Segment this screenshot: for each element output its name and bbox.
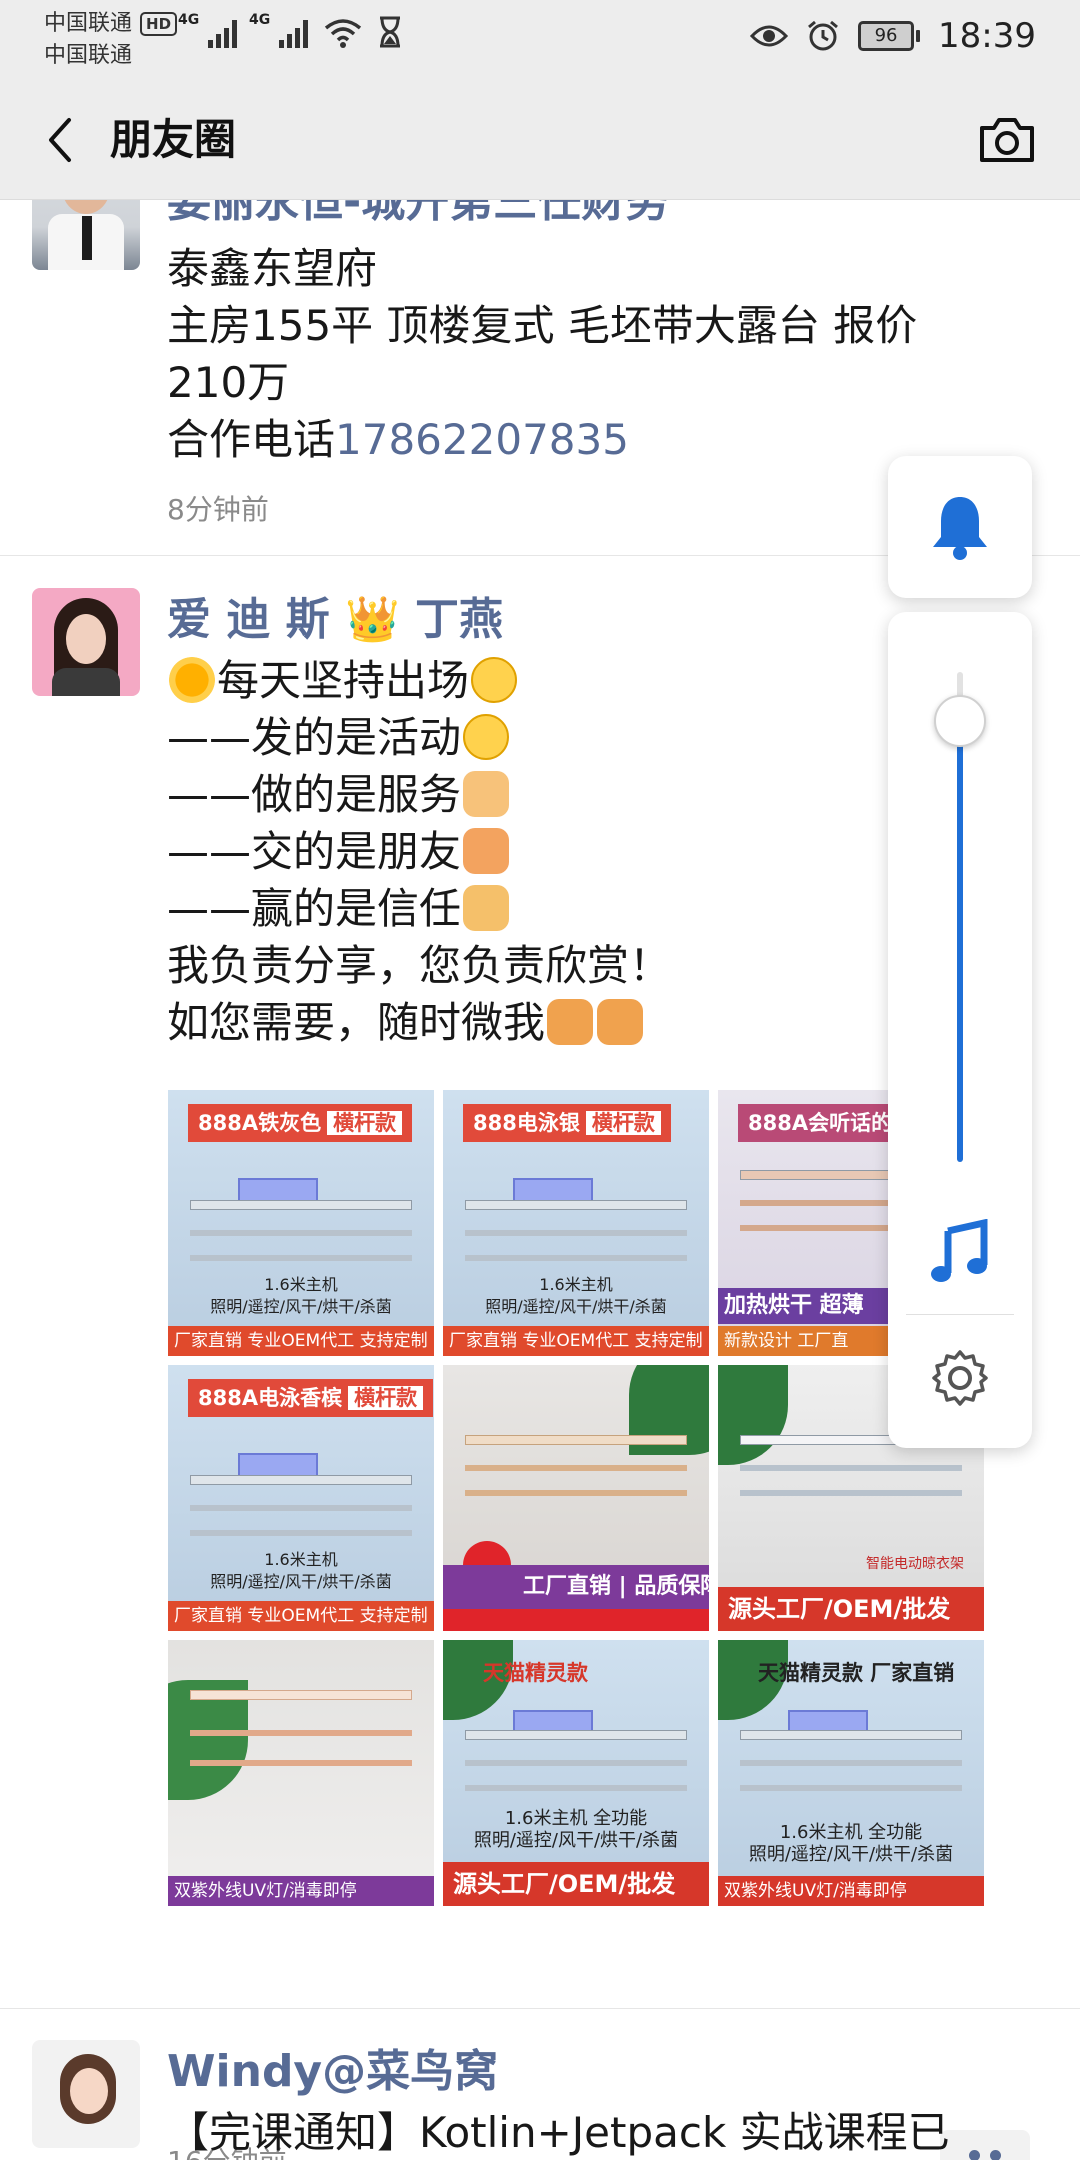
post-author[interactable]: 爱 迪 斯 👑 丁燕: [167, 588, 503, 652]
smile-emoji-icon: [471, 657, 518, 703]
top-nav-bar: 朋友圈: [0, 80, 1080, 200]
volume-slider-thumb[interactable]: [934, 695, 986, 747]
photo-subtitle: 1.6米主机 全功能 照明/遥控/风干/烘干/杀菌: [748, 1822, 954, 1865]
battery-level: 96: [858, 21, 915, 51]
photo-caption: 888A会听话的: [738, 1104, 903, 1142]
music-note-icon: [931, 1219, 988, 1282]
volume-panel-divider: [906, 1314, 1014, 1315]
post-line: ——赢的是信任: [167, 880, 1007, 937]
page-title: 朋友圈: [110, 115, 237, 164]
signal-2-icon: 4G: [249, 12, 308, 48]
handshake-emoji-icon: [463, 828, 510, 874]
gear-icon: [932, 1350, 988, 1406]
post-line: 我负责分享，您负责欣赏！: [167, 941, 672, 990]
avatar[interactable]: [32, 200, 140, 270]
post-3: Windy@菜鸟窝 【完课通知】Kotlin+Jetpack 实战课程已: [0, 2040, 1080, 2160]
wifi-icon: [324, 19, 362, 48]
signal-indicators: 4G 4G: [178, 12, 402, 48]
photo-subtitle: 1.6米主机 全功能 照明/遥控/风干/烘干/杀菌: [473, 1808, 679, 1851]
post-line: ——交的是朋友: [167, 823, 1007, 880]
status-bar: 中国联通 HD 中国联通 4G 4G 96 18:39: [0, 0, 1080, 80]
chevron-left-icon: [49, 118, 71, 162]
camera-button[interactable]: [974, 110, 1040, 170]
avatar[interactable]: [32, 588, 140, 696]
photo-tile[interactable]: 888A铁灰色 横杆款 1.6米主机 照明/遥控/风干/烘干/杀菌 厂家直销 专业…: [168, 1090, 434, 1356]
post-line: 210万: [167, 358, 290, 407]
thumbs-up-emoji-icon: [463, 885, 510, 931]
photo-caption: 888A铁灰色 横杆款: [188, 1104, 413, 1142]
post-line: 合作电话17862207835: [167, 411, 1007, 468]
hourglass-icon: [380, 16, 400, 48]
phone-prefix: 合作电话: [167, 415, 336, 464]
ringer-toggle-button[interactable]: [888, 456, 1032, 598]
photo-footer: 源头工厂/OEM/批发: [718, 1587, 984, 1631]
post-text: 泰鑫东望府 主房155平 顶楼复式 毛坯带大露台 报价 210万 合作电话178…: [167, 240, 1007, 468]
signal-2-label: 4G: [249, 12, 271, 28]
avatar[interactable]: [32, 2040, 140, 2148]
post-line: ——发的是活动: [167, 709, 1007, 766]
photo-footer: 厂家直销 专业OEM代工 支持定制: [168, 1601, 434, 1631]
battery-indicator: 96: [858, 21, 921, 51]
phone-link[interactable]: 17862207835: [335, 415, 629, 464]
carrier-1: 中国联通: [44, 11, 133, 36]
status-right: 96 18:39: [750, 16, 1036, 56]
victory-hand-emoji-icon: [463, 771, 510, 817]
photo-tile[interactable]: 双紫外线UV灯/消毒即停: [168, 1640, 434, 1906]
post-line: 如您需要，随时微我: [167, 994, 1007, 1051]
photo-subtitle: 1.6米主机 照明/遥控/风干/烘干/杀菌: [485, 1275, 667, 1316]
post-line: ——做的是服务: [167, 766, 1007, 823]
sun-emoji-icon: [169, 657, 215, 703]
post-divider: [0, 2008, 1080, 2009]
carrier-2: 中国联通: [44, 43, 133, 68]
photo-footer: 双紫外线UV灯/消毒即停: [168, 1876, 434, 1906]
photo-tile[interactable]: 工厂直销 | 品质保障: [443, 1365, 709, 1631]
photo-tile[interactable]: 888电泳银 横杆款 1.6米主机 照明/遥控/风干/烘干/杀菌 厂家直销 专业O…: [443, 1090, 709, 1356]
post-line: 泰鑫东望府: [167, 244, 378, 293]
volume-slider-fill: [957, 721, 963, 1162]
photo-footer: 源头工厂/OEM/批发: [443, 1862, 709, 1906]
alarm-icon: [808, 20, 838, 51]
signal-1-icon: 4G: [178, 12, 237, 48]
back-button[interactable]: [30, 110, 90, 170]
post-text: 每天坚持出场 ——发的是活动 ——做的是服务 ——交的是朋友 ——赢的是信任 我…: [167, 652, 1007, 1051]
hd-badge: HD: [140, 12, 178, 36]
photo-caption: 888电泳银 横杆款: [463, 1104, 671, 1142]
bell-icon: [933, 497, 987, 560]
point-hand-emoji-icon: [547, 999, 594, 1045]
post-line: 每天坚持出场: [167, 652, 1007, 709]
photo-grid: 888A铁灰色 横杆款 1.6米主机 照明/遥控/风干/烘干/杀菌 厂家直销 专业…: [168, 1090, 988, 1906]
eye-icon: [750, 25, 789, 47]
photo-tile[interactable]: 888A电泳香槟 横杆款 1.6米主机 照明/遥控/风干/烘干/杀菌 厂家直销 专…: [168, 1365, 434, 1631]
photo-footer: 工厂直销 | 品质保障: [443, 1565, 709, 1609]
photo-tile[interactable]: 天猫精灵款 厂家直销 1.6米主机 全功能 照明/遥控/风干/烘干/杀菌 双紫外…: [718, 1640, 984, 1906]
media-volume-button[interactable]: [920, 1212, 1000, 1292]
clock: 18:39: [938, 16, 1036, 56]
camera-icon: [980, 118, 1034, 162]
photo-footer: 双紫外线UV灯/消毒即停: [718, 1876, 984, 1906]
post-line: 主房155平 顶楼复式 毛坯带大露台 报价: [167, 301, 918, 350]
sound-settings-button[interactable]: [924, 1342, 996, 1414]
carrier-info: 中国联通 HD 中国联通: [44, 8, 178, 72]
point-hand-emoji-icon: [597, 999, 644, 1045]
photo-footer: 厂家直销 专业OEM代工 支持定制: [443, 1326, 709, 1356]
photo-subtitle: 1.6米主机 照明/遥控/风干/烘干/杀菌: [210, 1275, 392, 1316]
photo-footer: 厂家直销 专业OEM代工 支持定制: [168, 1326, 434, 1356]
blush-emoji-icon: [463, 714, 510, 760]
volume-panel: [888, 612, 1032, 1448]
photo-caption: 888A电泳香槟 横杆款: [188, 1379, 434, 1417]
photo-caption: 天猫精灵款: [483, 1661, 588, 1685]
photo-tile[interactable]: 天猫精灵款 1.6米主机 全功能 照明/遥控/风干/烘干/杀菌 源头工厂/OEM…: [443, 1640, 709, 1906]
signal-1-label: 4G: [178, 12, 200, 28]
post-author[interactable]: Windy@菜鸟窝: [167, 2040, 498, 2104]
post-text: 【完课通知】Kotlin+Jetpack 实战课程已: [167, 2104, 1007, 2160]
post-time: 8分钟前: [167, 493, 269, 526]
photo-subtitle: 智能电动晾衣架: [866, 1556, 964, 1572]
post-line: 【完课通知】Kotlin+Jetpack 实战课程已: [167, 2108, 950, 2157]
photo-subtitle: 1.6米主机 照明/遥控/风干/烘干/杀菌: [210, 1550, 392, 1591]
photo-caption: 天猫精灵款 厂家直销: [758, 1661, 955, 1685]
post-author[interactable]: 姜丽永恒-城开第三任财务: [167, 200, 669, 232]
